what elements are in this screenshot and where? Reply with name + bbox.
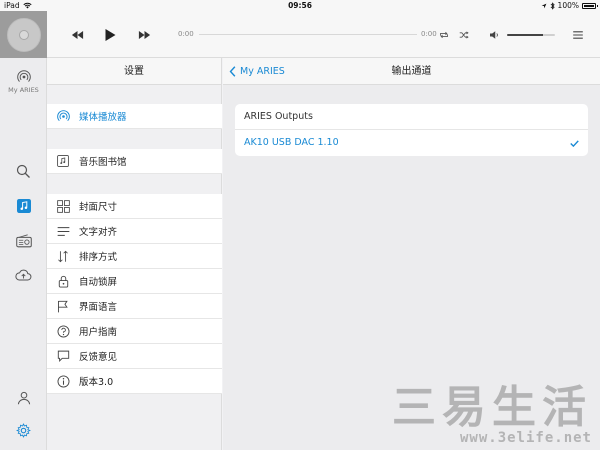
disc-placeholder-icon [6,17,41,52]
user-icon [17,391,30,405]
settings-item-music-library[interactable]: 音乐图书馆 [47,149,222,174]
nav-rail: My ARIES [0,11,47,450]
info-icon [56,374,70,388]
settings-item-label: 排序方式 [79,252,118,263]
remaining-time: 0:00 [421,30,437,38]
album-art[interactable] [0,11,47,58]
settings-item-label: 反馈意见 [79,352,118,363]
rail-device-label: My ARIES [8,86,39,94]
back-button[interactable]: My ARIES [229,58,285,85]
cloud-upload-icon [15,269,32,281]
chat-icon [56,349,70,363]
rail-search[interactable] [0,161,47,181]
fast-forward-button[interactable] [135,11,153,58]
volume-icon-wrap [488,11,500,58]
seek-bar[interactable] [199,34,417,35]
play-button[interactable] [101,11,119,58]
settings-item-user-guide[interactable]: 用户指南 [47,319,222,344]
text-align-icon [56,224,70,238]
rail-cloud[interactable] [0,265,47,285]
settings-item-auto-lock[interactable]: 自动锁屏 [47,269,222,294]
volume-slider[interactable] [507,34,555,36]
settings-item-text-align[interactable]: 文字对齐 [47,219,222,244]
settings-item-label: 封面尺寸 [79,202,118,213]
settings-item-label: 界面语言 [79,302,118,313]
settings-item-cover-size[interactable]: 封面尺寸 [47,194,222,219]
speaker-wifi-icon [16,70,31,82]
chevron-left-icon [229,66,236,77]
music-library-icon [56,154,70,168]
rewind-icon [71,30,83,39]
settings-item-media-player[interactable]: 媒体播放器 [47,104,222,129]
sort-icon [56,249,70,263]
search-icon [16,164,30,178]
checkmark-icon [570,130,579,156]
rewind-button[interactable] [68,11,86,58]
back-label: My ARIES [240,66,285,77]
output-panel: 输出通道 My ARIES ARIES Outputs AK10 USB DAC… [223,58,600,450]
gear-icon [16,422,31,438]
rail-device[interactable]: My ARIES [0,66,47,98]
output-header: 输出通道 My ARIES [223,58,600,85]
rail-account[interactable] [0,388,47,408]
app-root: iPad 09:56 100% My ARIES 0:00 0:00 设置 媒体… [0,0,600,450]
shuffle-icon [459,30,469,39]
settings-item-label: 用户指南 [79,327,118,338]
shuffle-button[interactable] [457,11,471,58]
rail-music[interactable] [0,196,47,216]
rail-radio[interactable] [0,231,47,251]
status-bar: iPad 09:56 100% [0,0,600,11]
music-note-icon [16,199,31,213]
status-right: 100% [541,0,598,11]
play-icon [105,28,115,41]
settings-item-label: 版本3.0 [79,377,114,388]
rail-settings[interactable] [0,420,47,440]
volume-icon [489,30,498,39]
settings-item-feedback[interactable]: 反馈意见 [47,344,222,369]
outputs-card: ARIES Outputs AK10 USB DAC 1.10 [235,104,588,156]
fast-forward-icon [138,30,150,39]
radio-icon [15,234,32,248]
help-icon [56,324,70,338]
player-bar: 0:00 0:00 [47,11,600,58]
lock-icon [56,274,70,288]
repeat-button[interactable] [437,11,451,58]
flag-icon [56,299,70,313]
settings-item-label: 文字对齐 [79,227,118,238]
output-option-selected[interactable]: AK10 USB DAC 1.10 [235,130,588,156]
grid-icon [56,199,70,213]
settings-item-language[interactable]: 界面语言 [47,294,222,319]
settings-panel: 设置 媒体播放器 音乐图书馆 封面尺寸 文字对齐 排序方式 自动锁屏 界面语言 … [47,58,222,450]
settings-item-sort-order[interactable]: 排序方式 [47,244,222,269]
settings-item-label: 音乐图书馆 [79,157,127,168]
settings-item-label: 自动锁屏 [79,277,118,288]
menu-icon [573,30,583,39]
speaker-wifi-icon [56,109,70,123]
settings-item-version[interactable]: 版本3.0 [47,369,222,394]
location-icon [541,3,546,8]
status-time: 09:56 [288,1,312,10]
repeat-icon [440,31,448,38]
output-option-label: AK10 USB DAC 1.10 [244,137,339,148]
settings-item-label: 媒体播放器 [79,112,127,123]
elapsed-time: 0:00 [178,30,194,38]
battery-percent: 100% [557,1,579,10]
bluetooth-icon [550,1,555,10]
menu-button[interactable] [571,11,585,58]
battery-icon [582,2,598,9]
settings-title: 设置 [47,58,221,85]
outputs-group-label: ARIES Outputs [235,104,588,130]
